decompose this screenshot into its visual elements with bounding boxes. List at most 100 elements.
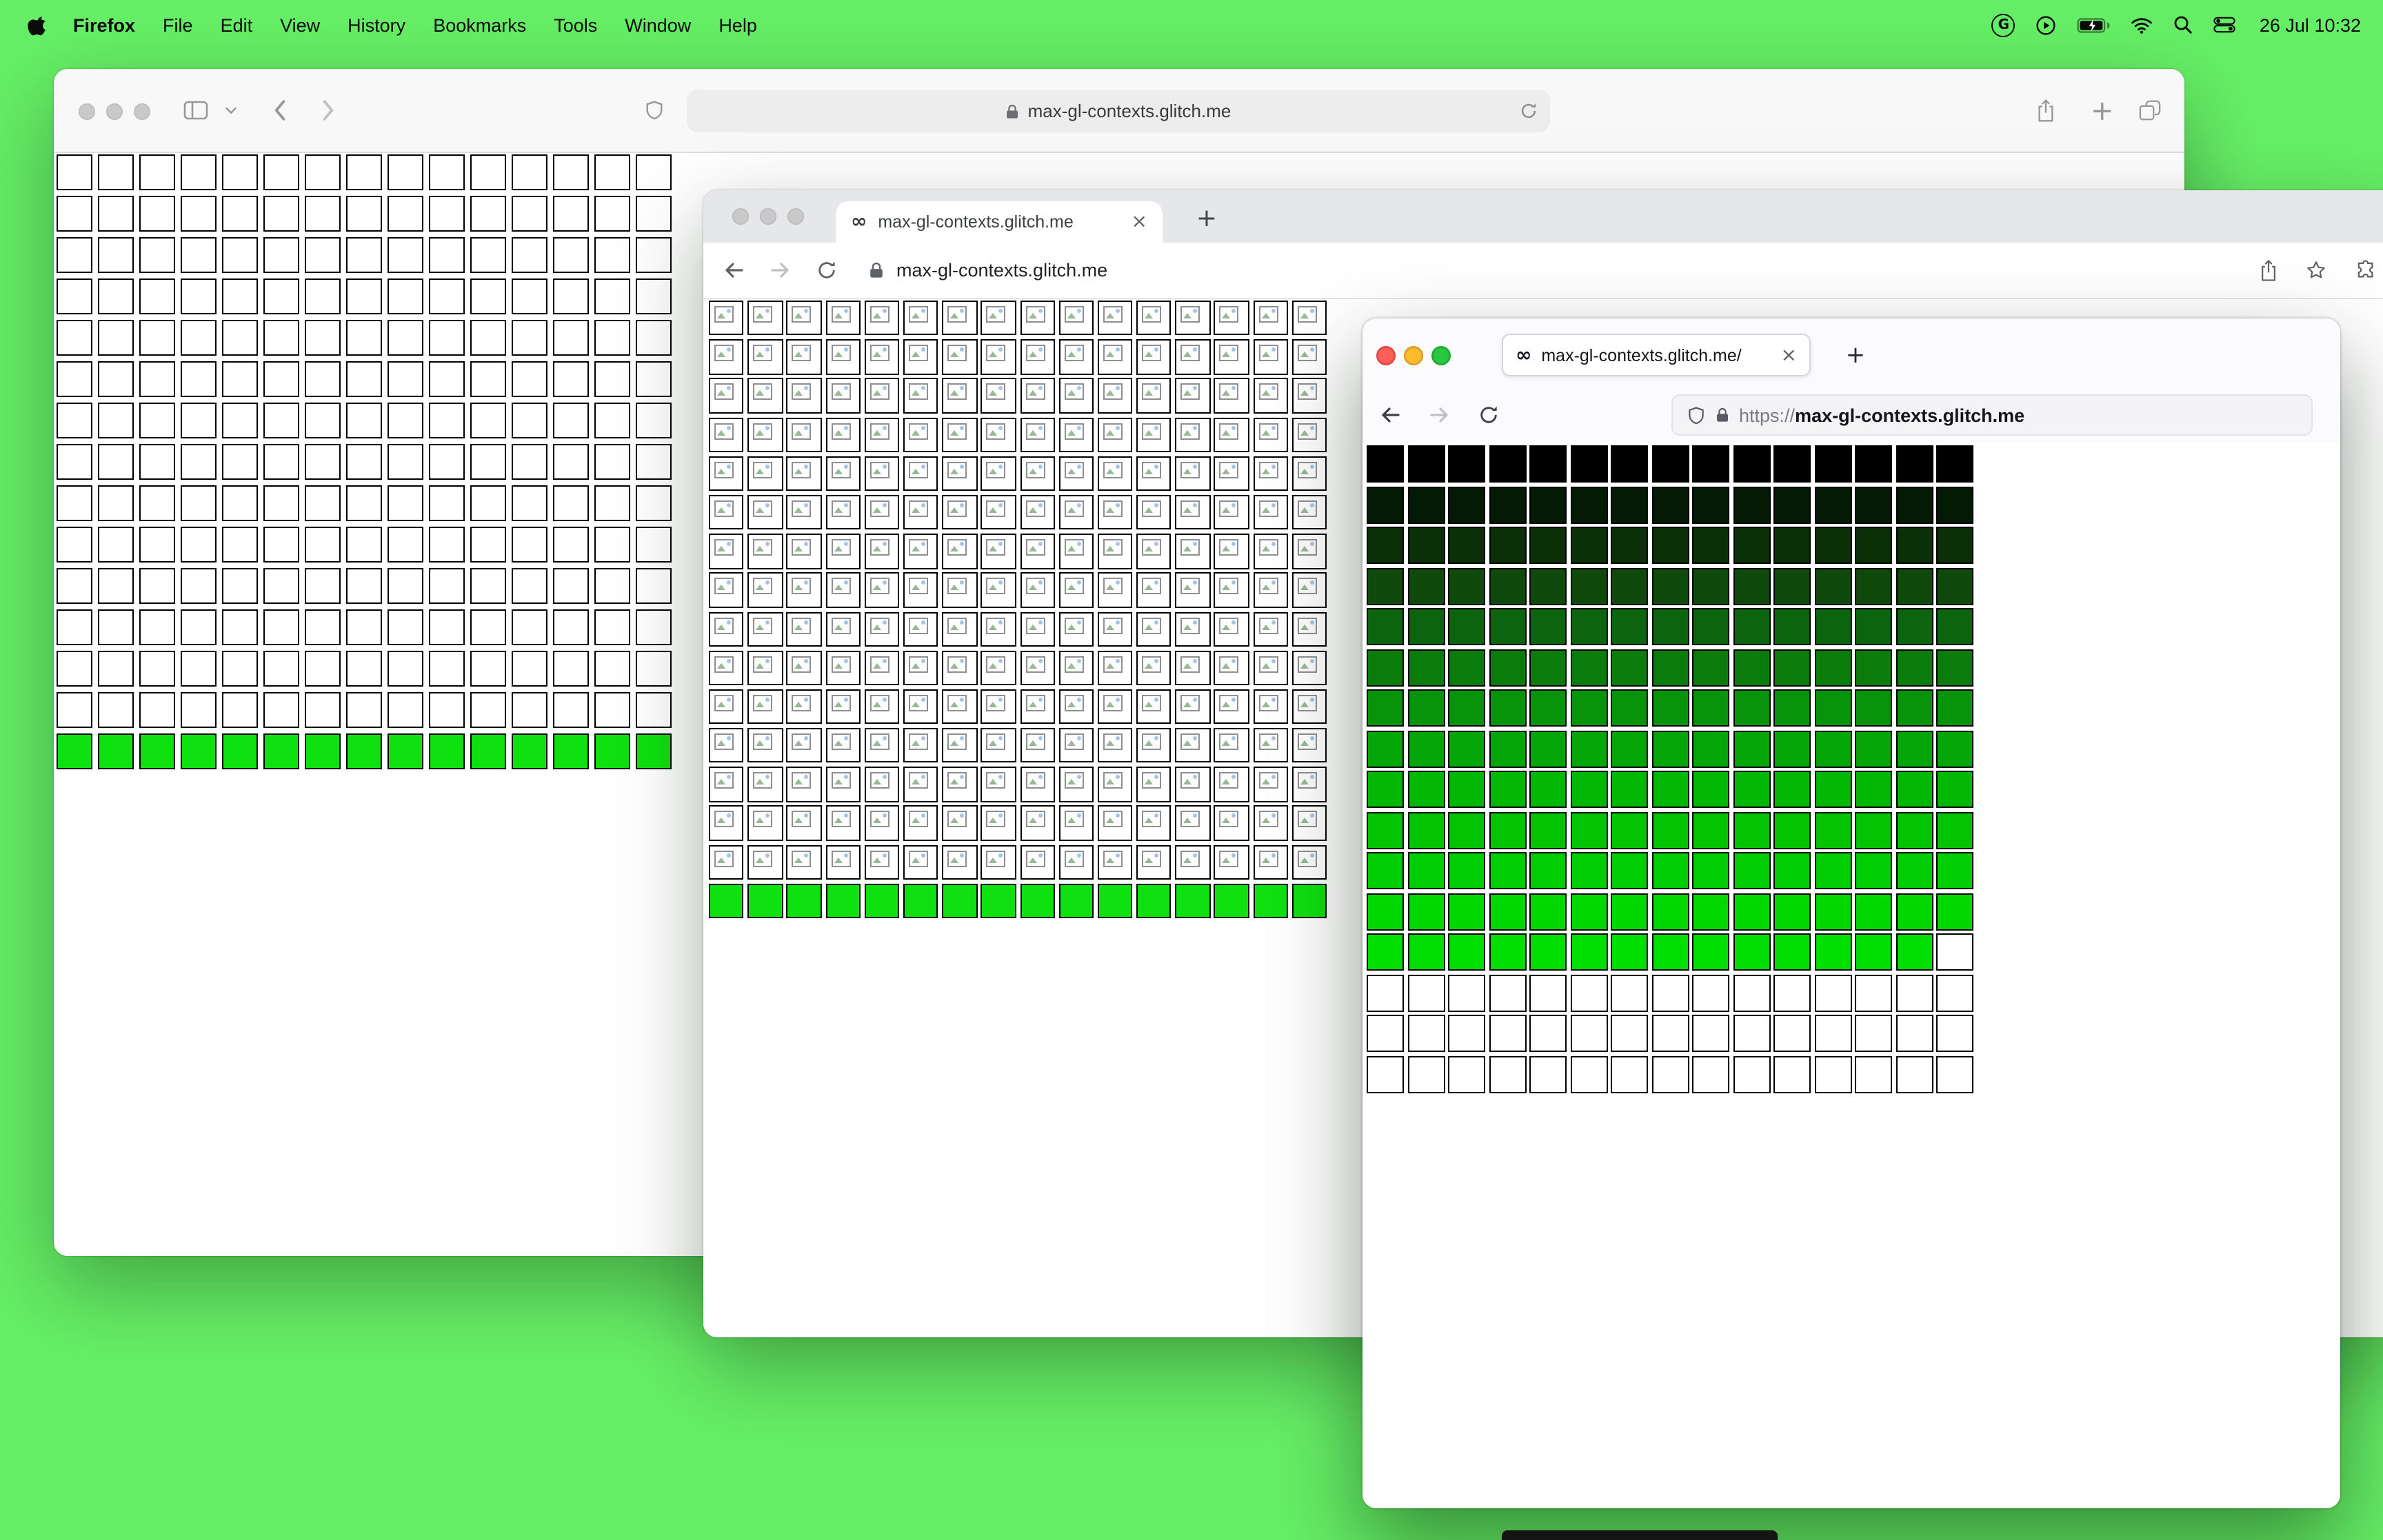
broken-image-icon (831, 539, 851, 556)
broken-image-icon (986, 772, 1006, 789)
broken-image-icon (1297, 461, 1317, 478)
menu-bookmarks[interactable]: Bookmarks (419, 14, 540, 35)
firefox-titlebar[interactable]: ∞ max-gl-contexts.glitch.me/ × + (1363, 318, 2340, 387)
menu-tools[interactable]: Tools (540, 14, 611, 35)
canvas-cell (1814, 1015, 1851, 1052)
canvas-cell (1020, 728, 1055, 763)
menu-history[interactable]: History (334, 14, 419, 35)
extensions-puzzle-icon[interactable] (2355, 260, 2376, 281)
minimize-window-button[interactable] (106, 103, 123, 120)
reload-icon[interactable] (1520, 102, 1538, 120)
broken-image-icon (947, 306, 967, 323)
new-tab-button[interactable]: + (1189, 200, 1225, 236)
canvas-cell (139, 237, 175, 273)
canvas-cell (1936, 1055, 1973, 1093)
canvas-cell (1692, 608, 1729, 645)
canvas-cell (1291, 456, 1327, 492)
address-bar[interactable]: https://max-gl-contexts.glitch.me (1671, 394, 2313, 436)
reload-button[interactable] (1478, 405, 1499, 425)
close-window-button[interactable] (1376, 346, 1396, 365)
play-circle-icon[interactable] (2036, 14, 2057, 35)
close-window-button[interactable] (79, 103, 95, 120)
menu-window[interactable]: Window (611, 14, 705, 35)
broken-image-icon (1297, 811, 1317, 828)
sidebar-toggle-icon[interactable] (183, 101, 208, 120)
canvas-cell (786, 572, 822, 608)
broken-image-icon (1297, 694, 1317, 711)
google-badge-icon[interactable]: G (1991, 13, 2015, 37)
zoom-window-button[interactable] (787, 208, 804, 225)
privacy-shield-icon[interactable] (644, 99, 665, 121)
menu-file[interactable]: File (149, 14, 207, 35)
new-tab-icon[interactable]: + (2091, 94, 2114, 127)
tab-overview-icon[interactable] (2139, 100, 2161, 121)
back-button[interactable] (1379, 404, 1401, 426)
close-window-button[interactable] (732, 208, 749, 225)
browser-tab[interactable]: ∞ max-gl-contexts.glitch.me/ × (1502, 334, 1811, 376)
canvas-cell (825, 572, 861, 608)
broken-image-icon (1180, 811, 1200, 828)
share-icon[interactable] (2035, 98, 2056, 123)
zoom-window-button[interactable] (134, 103, 150, 120)
chevron-down-icon[interactable] (225, 106, 237, 114)
app-menu-firefox[interactable]: Firefox (59, 14, 149, 35)
new-tab-button[interactable]: + (1837, 336, 1874, 374)
spotlight-search-icon[interactable] (2174, 15, 2193, 34)
menu-help[interactable]: Help (705, 14, 771, 35)
canvas-cell (825, 378, 861, 414)
back-button[interactable] (723, 259, 745, 281)
close-tab-icon[interactable]: × (1132, 212, 1147, 232)
canvas-cell (1058, 611, 1094, 647)
canvas-cell (553, 692, 589, 728)
broken-image-icon (1180, 383, 1200, 401)
safari-toolbar[interactable]: max-gl-contexts.glitch.me + (54, 69, 2184, 153)
back-button[interactable] (272, 99, 287, 122)
control-center-icon[interactable] (2214, 17, 2236, 33)
browser-tab[interactable]: ∞ max-gl-contexts.glitch.me × (836, 201, 1163, 243)
address-bar[interactable]: max-gl-contexts.glitch.me (687, 90, 1550, 132)
share-icon[interactable] (2259, 259, 2278, 282)
broken-image-icon (1219, 656, 1239, 673)
address-bar-url[interactable]: max-gl-contexts.glitch.me (896, 260, 1107, 281)
canvas-cell (429, 444, 465, 480)
canvas-cell (636, 154, 672, 190)
broken-image-icon (1258, 694, 1278, 711)
minimize-window-button[interactable] (1404, 346, 1423, 365)
minimize-window-button[interactable] (760, 208, 776, 225)
forward-button[interactable] (321, 99, 336, 122)
lock-icon[interactable] (1716, 407, 1729, 423)
tracking-shield-icon[interactable] (1687, 405, 1706, 425)
canvas-cell (981, 494, 1016, 530)
zoom-window-button[interactable] (1431, 346, 1451, 365)
broken-image-icon (1297, 383, 1317, 401)
canvas-cell (864, 611, 900, 647)
canvas-cell (864, 301, 900, 336)
menu-bar-clock[interactable]: 26 Jul 10:32 (2260, 14, 2361, 35)
canvas-cell (429, 196, 465, 232)
close-tab-icon[interactable]: × (1781, 345, 1797, 365)
canvas-cell (388, 651, 423, 687)
lock-icon[interactable] (869, 261, 884, 279)
menu-edit[interactable]: Edit (207, 14, 267, 35)
offscreen-window-peek[interactable] (1502, 1530, 1778, 1540)
broken-image-icon (753, 306, 773, 323)
canvas-cell (1814, 933, 1851, 971)
reload-button[interactable] (816, 260, 837, 281)
wifi-icon[interactable] (2131, 16, 2153, 34)
broken-image-icon (1025, 423, 1045, 440)
bookmark-star-icon[interactable] (2306, 260, 2326, 281)
forward-button[interactable] (1429, 404, 1451, 426)
battery-charging-icon[interactable] (2078, 17, 2111, 32)
canvas-cell (1611, 649, 1648, 686)
broken-image-icon (792, 423, 812, 440)
apple-menu-icon[interactable] (28, 14, 48, 35)
forward-button[interactable] (770, 259, 792, 281)
broken-image-icon (1103, 733, 1123, 751)
chrome-tab-strip[interactable]: ∞ max-gl-contexts.glitch.me × + (703, 190, 2383, 243)
canvas-cell (864, 456, 900, 492)
menu-view[interactable]: View (266, 14, 334, 35)
canvas-cell (1814, 689, 1851, 727)
broken-image-icon (1219, 383, 1239, 401)
canvas-cell (222, 609, 258, 645)
canvas-cell (1733, 893, 1770, 930)
